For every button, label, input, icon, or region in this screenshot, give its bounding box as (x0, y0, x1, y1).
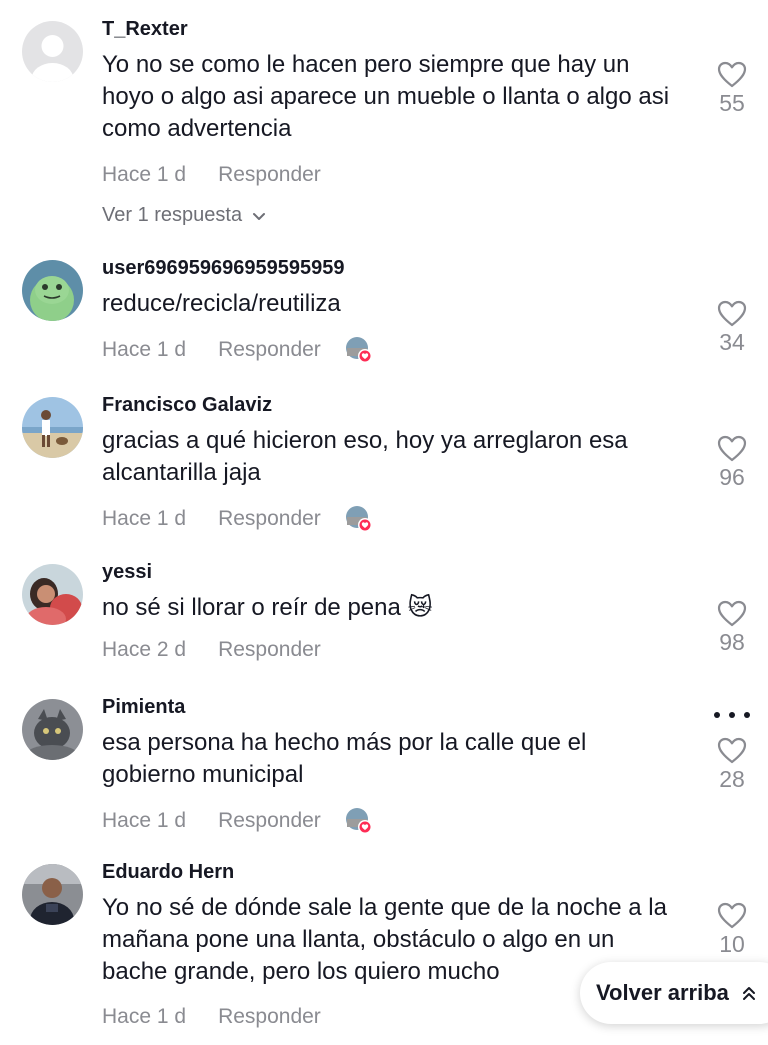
comment-meta: Hace 2 d Responder (102, 638, 321, 662)
comment-time: Hace 1 d (102, 163, 187, 186)
comment-text: Yo no se como le hacen pero siempre que … (102, 51, 670, 142)
reply-button[interactable]: Responder (218, 338, 321, 362)
heart-icon (717, 902, 747, 929)
like-count: 55 (719, 90, 745, 116)
comment-meta: Hace 1 d Responder (102, 1005, 321, 1029)
like-count: 34 (719, 329, 745, 355)
like-button[interactable]: 98 (710, 600, 754, 656)
reply-button[interactable]: Responder (218, 163, 321, 187)
heart-icon (717, 61, 747, 88)
comment-meta: Hace 1 d Responder (102, 505, 373, 533)
like-button[interactable]: 34 (710, 300, 754, 356)
comment-username[interactable]: yessi (102, 561, 152, 584)
like-count: 96 (719, 464, 745, 490)
avatar[interactable] (22, 260, 83, 321)
heart-icon (717, 737, 747, 764)
comment-time: Hace 1 d (102, 507, 187, 530)
like-count: 28 (719, 766, 745, 792)
comment-text: reduce/recicla/reutiliza (102, 290, 341, 317)
comment-text: esa persona ha hecho más por la calle qu… (102, 729, 587, 788)
reply-button[interactable]: Responder (218, 1005, 321, 1029)
reply-button[interactable]: Responder (218, 507, 321, 531)
creator-liked-badge (345, 336, 373, 364)
comment-username[interactable]: user696959696959595959 (102, 257, 344, 280)
comment-text: no sé si llorar o reír de pena 😿 (102, 594, 433, 621)
comment-text: gracias a qué hicieron eso, hoy ya arreg… (102, 427, 628, 486)
like-count: 98 (719, 629, 745, 655)
more-options-icon[interactable] (714, 707, 750, 723)
comment-username[interactable]: Francisco Galaviz (102, 394, 272, 417)
back-to-top-label: Volver arriba (596, 980, 729, 1005)
heart-icon (717, 300, 747, 327)
reply-button[interactable]: Responder (218, 809, 321, 833)
view-replies-button[interactable]: Ver 1 respuesta (102, 204, 266, 227)
back-to-top-button[interactable]: Volver arriba (580, 962, 768, 1024)
heart-icon (717, 435, 747, 462)
creator-liked-badge (345, 807, 373, 835)
like-button[interactable]: 10 (710, 902, 754, 958)
comment-time: Hace 1 d (102, 338, 187, 361)
avatar[interactable] (22, 699, 83, 760)
comment-time: Hace 1 d (102, 809, 187, 832)
comment-meta: Hace 1 d Responder (102, 807, 373, 835)
comment-username[interactable]: T_Rexter (102, 18, 188, 41)
creator-liked-badge (345, 505, 373, 533)
heart-icon (717, 600, 747, 627)
double-chevron-up-icon (742, 987, 755, 1000)
comment-time: Hace 2 d (102, 638, 187, 661)
comment-time: Hace 1 d (102, 1005, 187, 1028)
chevron-down-icon (253, 212, 266, 220)
reply-button[interactable]: Responder (218, 638, 321, 662)
avatar[interactable] (22, 397, 83, 458)
like-count: 10 (719, 931, 745, 957)
avatar[interactable] (22, 21, 83, 82)
avatar[interactable] (22, 564, 83, 625)
comment-username[interactable]: Pimienta (102, 696, 185, 719)
like-button[interactable]: 55 (710, 61, 754, 117)
like-button[interactable]: 96 (710, 435, 754, 491)
view-replies-label: Ver 1 respuesta (102, 204, 243, 226)
comment-meta: Hace 1 d Responder (102, 163, 321, 187)
comment-meta: Hace 1 d Responder (102, 336, 373, 364)
avatar[interactable] (22, 864, 83, 925)
like-button[interactable]: 28 (710, 737, 754, 793)
comment-username[interactable]: Eduardo Hern (102, 861, 234, 884)
